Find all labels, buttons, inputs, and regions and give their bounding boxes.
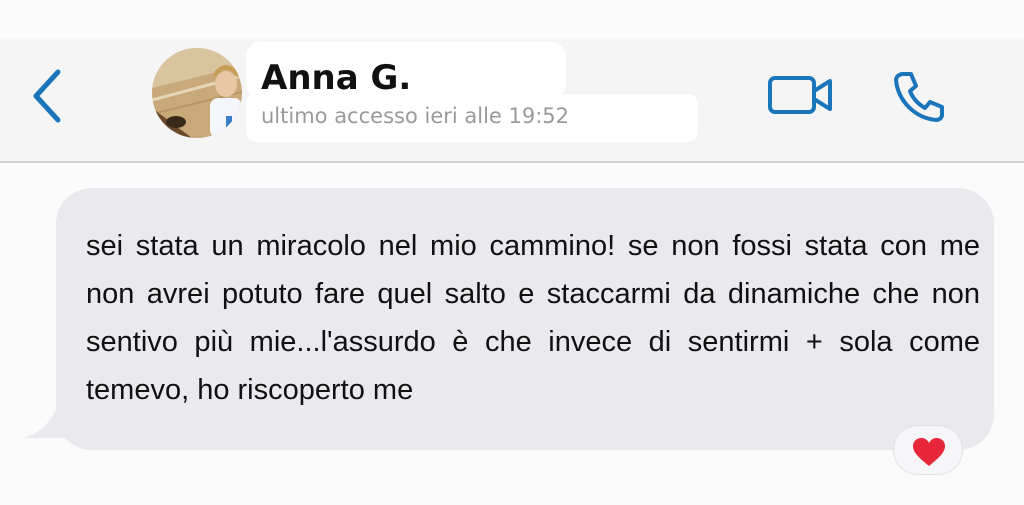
heart-reaction[interactable] bbox=[893, 425, 963, 475]
chat-header: Anna G. ultimo accesso ieri alle 19:52 bbox=[0, 38, 1024, 163]
video-camera-icon bbox=[768, 76, 832, 114]
heart-icon bbox=[913, 438, 945, 466]
chevron-left-icon bbox=[33, 69, 61, 123]
avatar-photo bbox=[152, 48, 242, 138]
message-text: sei stata un miracolo nel mio cammino! s… bbox=[86, 230, 980, 406]
contact-name[interactable]: Anna G. bbox=[261, 58, 411, 98]
phone-icon bbox=[894, 72, 944, 122]
back-button[interactable] bbox=[28, 66, 68, 126]
avatar[interactable] bbox=[152, 48, 242, 138]
last-seen-status: ultimo accesso ieri alle 19:52 bbox=[261, 104, 570, 128]
phone-call-button[interactable] bbox=[890, 68, 948, 124]
video-call-button[interactable] bbox=[766, 70, 836, 120]
